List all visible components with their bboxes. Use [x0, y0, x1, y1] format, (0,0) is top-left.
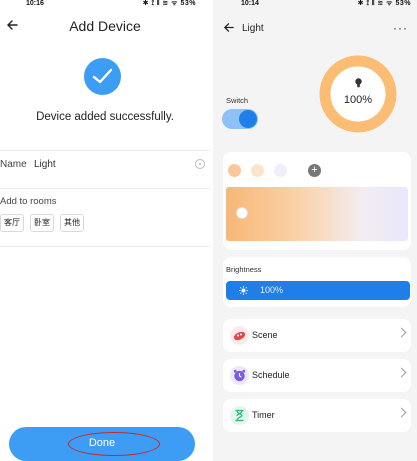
- timer-label: Timer: [252, 410, 275, 420]
- color-picker-handle[interactable]: [236, 207, 248, 219]
- timer-icon: [230, 406, 249, 425]
- divider: [0, 150, 210, 151]
- chevron-right-icon: [396, 367, 407, 378]
- status-bar: 10:16 ✱ ⟟ 𝍪 ≋ ᯤ 53%: [0, 0, 210, 9]
- color-card: +: [223, 152, 411, 250]
- light-control-screen: 10:14 ✱ ⟟ 𝍪 ≋ ᯤ 53% Light ··· Switch 100…: [213, 0, 417, 461]
- add-device-screen: 10:16 ✱ ⟟ 𝍪 ≋ ᯤ 53% Add Device Device ad…: [0, 0, 210, 461]
- color-swatch[interactable]: [228, 164, 241, 177]
- brightness-label: Brightness: [226, 265, 262, 274]
- divider: [0, 188, 210, 189]
- power-toggle[interactable]: [222, 109, 258, 129]
- rooms-label: Add to rooms: [0, 196, 57, 207]
- switch-label: Switch: [226, 96, 249, 105]
- brightness-value: 100%: [260, 285, 284, 295]
- brightness-ring: 100%: [319, 55, 397, 133]
- chevron-right-icon: [396, 407, 407, 418]
- brightness-card: Brightness 100%: [223, 257, 411, 307]
- done-button[interactable]: Done: [9, 427, 195, 461]
- schedule-label: Schedule: [252, 370, 290, 380]
- scene-icon: [230, 326, 249, 345]
- brightness-slider[interactable]: 100%: [226, 281, 410, 300]
- timer-row[interactable]: Timer: [223, 399, 411, 432]
- status-time: 10:16: [26, 0, 44, 7]
- more-icon[interactable]: ···: [393, 21, 408, 35]
- room-chip[interactable]: 客厅: [0, 214, 24, 232]
- status-bar: 10:14 ✱ ⟟ 𝍪 ≋ ᯤ 53%: [213, 0, 417, 9]
- toggle-knob: [239, 110, 257, 128]
- chevron-right-icon: [396, 327, 407, 338]
- divider: [0, 246, 210, 247]
- schedule-row[interactable]: Schedule: [223, 359, 411, 392]
- name-field[interactable]: Name Light: [0, 153, 210, 177]
- success-message: Device added successfully.: [36, 111, 174, 123]
- scene-label: Scene: [252, 330, 278, 340]
- room-chips: 客厅 卧室 其他: [0, 214, 84, 232]
- room-chip[interactable]: 卧室: [30, 214, 54, 232]
- room-chip[interactable]: 其他: [60, 214, 84, 232]
- sun-icon: [239, 286, 248, 295]
- scene-row[interactable]: Scene: [223, 319, 411, 352]
- back-arrow-icon[interactable]: [223, 22, 237, 36]
- status-time: 10:14: [241, 0, 259, 7]
- header: Light ···: [213, 13, 417, 45]
- color-gradient-picker[interactable]: [226, 187, 408, 241]
- status-icons: ✱ ⟟ 𝍪 ≋ ᯤ 53%: [142, 0, 196, 7]
- annotation-ellipse: [68, 432, 160, 456]
- header: Add Device: [0, 12, 210, 44]
- name-label: Name: [0, 159, 27, 170]
- ring-value: 100%: [343, 94, 373, 106]
- schedule-icon: [230, 366, 249, 385]
- success-check-icon: [84, 58, 121, 95]
- page-title: Light: [242, 23, 264, 34]
- color-swatch[interactable]: [251, 164, 264, 177]
- color-swatch[interactable]: [274, 164, 287, 177]
- bulb-icon: [355, 78, 362, 88]
- clear-icon[interactable]: [195, 159, 205, 169]
- page-title: Add Device: [69, 18, 141, 34]
- status-icons: ✱ ⟟ 𝍪 ≋ ᯤ 53%: [357, 0, 411, 7]
- name-input[interactable]: Light: [34, 159, 56, 170]
- add-color-icon[interactable]: +: [308, 164, 321, 177]
